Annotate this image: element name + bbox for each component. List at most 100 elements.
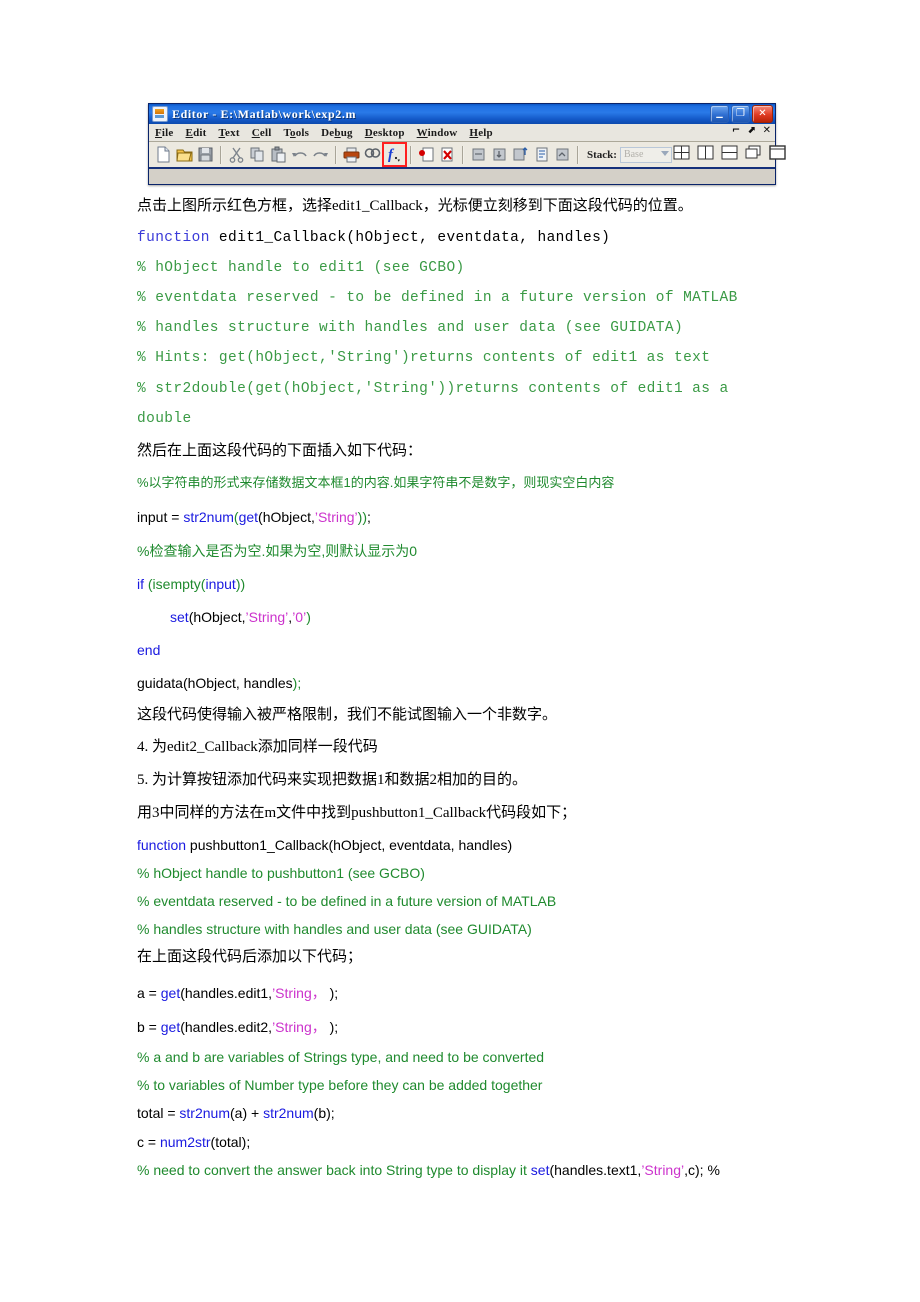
code4-total-prefix: total = xyxy=(137,1105,180,1121)
code2-guidata-line: guidata(hObject, handles); xyxy=(137,676,301,690)
code2-get-args: (hObject, xyxy=(258,509,315,525)
new-file-icon[interactable] xyxy=(154,145,173,164)
close-button[interactable]: ✕ xyxy=(752,105,773,123)
step-icon[interactable] xyxy=(469,145,488,164)
code2-input-var: input xyxy=(205,576,236,592)
code2-input-prefix: input = xyxy=(137,509,184,525)
chevron-down-icon xyxy=(660,150,669,156)
code1-comment-3: % handles structure with handles and use… xyxy=(137,320,684,336)
code2-if-keyword: if xyxy=(137,576,144,592)
menu-item-file[interactable]: File xyxy=(155,127,174,139)
menubar-right-controls: ⌐ ⬈ ✕ xyxy=(732,125,771,136)
code4-last-args: (handles.text1, xyxy=(549,1162,642,1178)
paragraph-step-4: 4. 为edit2_Callback添加同样一段代码 xyxy=(137,739,378,755)
menu-item-help[interactable]: Help xyxy=(469,127,492,139)
paragraph-step-5: 5. 为计算按钮添加代码来实现把数据1和数据2相加的目的。 xyxy=(137,772,528,788)
tile-grid-icon[interactable] xyxy=(673,145,692,164)
code1-comment-2: % eventdata reserved - to be defined in … xyxy=(137,290,738,306)
copy-icon[interactable] xyxy=(248,145,267,164)
maximize-button[interactable]: ❐ xyxy=(731,105,750,123)
find-icon[interactable] xyxy=(363,145,382,164)
code4-comment-2: % to variables of Number type before the… xyxy=(137,1077,543,1093)
tile-columns-icon[interactable] xyxy=(697,145,716,164)
code4-total-suffix: (b); xyxy=(313,1105,335,1121)
menu-item-debug[interactable]: Debug xyxy=(321,127,353,139)
save-icon[interactable] xyxy=(196,145,215,164)
menu-item-cell[interactable]: Cell xyxy=(252,127,272,139)
menu-item-text[interactable]: Text xyxy=(219,127,240,139)
code4-last-line: % need to convert the answer back into S… xyxy=(137,1163,720,1177)
toolbar-separator xyxy=(462,145,464,164)
menu-item-edit[interactable]: Edit xyxy=(186,127,207,139)
menu-item-window[interactable]: Window xyxy=(417,127,458,139)
code4-a-get: get xyxy=(160,985,181,1001)
stack-select[interactable]: Base xyxy=(619,146,672,163)
code4-last-set: set xyxy=(530,1162,550,1178)
stack-label: Stack: xyxy=(587,148,617,161)
toolbar-separator xyxy=(335,145,337,164)
code4-a-line: a = get(handles.edit1,’String， ); xyxy=(137,986,338,1000)
paste-icon[interactable] xyxy=(269,145,288,164)
float-icon[interactable] xyxy=(745,145,764,164)
code2-if-line: if (isempty(input)) xyxy=(137,577,245,591)
code4-a-args: (handles.edit1, xyxy=(180,985,273,1001)
clear-breakpoints-icon[interactable] xyxy=(438,145,457,164)
continue-icon[interactable] xyxy=(532,145,551,164)
code4-str2num-1: str2num xyxy=(179,1105,230,1121)
menu-bar: File Edit Text Cell Tools Debug Desktop … xyxy=(149,124,775,142)
toolbar-separator xyxy=(410,145,412,164)
code2-end-keyword: end xyxy=(137,642,161,658)
maximize-icon: ❐ xyxy=(736,108,745,119)
code4-b-line: b = get(handles.edit2,’String， ); xyxy=(137,1020,338,1034)
paragraph-click-redbox: 点击上图所示红色方框，选择edit1_Callback，光标便立刻移到下面这段代… xyxy=(137,198,693,214)
code4-b-suffix: ); xyxy=(325,1019,339,1035)
code4-comment-1: % a and b are variables of Strings type,… xyxy=(137,1049,545,1065)
close-doc-icon[interactable]: ✕ xyxy=(763,125,771,136)
undo-icon[interactable] xyxy=(290,145,309,164)
set-breakpoint-icon[interactable] xyxy=(417,145,436,164)
toolbar-separator xyxy=(220,145,222,164)
restore-icon[interactable]: ⬈ xyxy=(747,125,755,136)
minimize-button[interactable]: _ xyxy=(710,105,729,123)
open-folder-icon[interactable] xyxy=(175,145,194,164)
code4-total-mid: (a) + xyxy=(230,1105,264,1121)
code4-b-get: get xyxy=(160,1019,181,1035)
code3-signature: pushbutton1_Callback(hObject, eventdata,… xyxy=(186,837,513,853)
dock-icon[interactable] xyxy=(769,145,788,164)
step-out-icon[interactable] xyxy=(511,145,530,164)
code3-comment-1: % hObject handle to pushbutton1 (see GCB… xyxy=(137,865,425,881)
code3-line-function: function pushbutton1_Callback(hObject, e… xyxy=(137,838,512,852)
code2-guidata-args: (hObject, handles xyxy=(182,675,293,691)
code2-chinese-comment-1: %以字符串的形式来存储数据文本框1的内容.如果字符串不是数字，则现实空白内容 xyxy=(137,475,615,490)
redo-icon[interactable] xyxy=(311,145,330,164)
paragraph-strict-input: 这段代码使得输入被严格限制，我们不能试图输入一个非数字。 xyxy=(137,707,558,723)
paragraph-find-pushbutton: 用3中同样的方法在m文件中找到pushbutton1_Callback代码段如下… xyxy=(137,805,577,821)
code1-comment-6: double xyxy=(137,411,192,427)
step-in-icon[interactable] xyxy=(490,145,509,164)
code4-b-args: (handles.edit2, xyxy=(180,1019,273,1035)
paragraph-add-after: 在上面这段代码后添加以下代码； xyxy=(137,949,363,965)
code2-isempty-open: (isempty( xyxy=(144,576,206,592)
exit-debug-icon[interactable] xyxy=(553,145,572,164)
tile-rows-icon[interactable] xyxy=(721,145,740,164)
menu-item-tools[interactable]: Tools xyxy=(283,127,309,139)
code1-comment-1: % hObject handle to edit1 (see GCBO) xyxy=(137,260,465,276)
toolbar-layout-group xyxy=(672,145,789,164)
code4-last-comment: % need to convert the answer back into S… xyxy=(137,1162,531,1178)
window-titlebar: Editor - E:\Matlab\work\exp2.m _ ❐ ✕ xyxy=(149,104,775,124)
code4-str2num-2: str2num xyxy=(263,1105,314,1121)
cut-icon[interactable] xyxy=(227,145,246,164)
code4-a-string: ’String， xyxy=(272,985,326,1001)
function-list-icon[interactable]: f xyxy=(382,142,407,167)
code2-set-line: set(hObject,’String’,’0’) xyxy=(170,610,311,624)
code2-set-fn: set xyxy=(170,609,189,625)
code2-semicolon: ; xyxy=(366,509,371,525)
code4-a-suffix: ); xyxy=(325,985,339,1001)
undock-icon[interactable]: ⌐ xyxy=(732,125,740,136)
window-title: Editor - E:\Matlab\work\exp2.m xyxy=(172,106,357,121)
code2-get: get xyxy=(238,509,259,525)
toolbar: f Stack: Base xyxy=(149,142,786,169)
code2-paren-close: )) xyxy=(357,509,367,525)
menu-item-desktop[interactable]: Desktop xyxy=(365,127,405,139)
print-icon[interactable] xyxy=(342,145,361,164)
